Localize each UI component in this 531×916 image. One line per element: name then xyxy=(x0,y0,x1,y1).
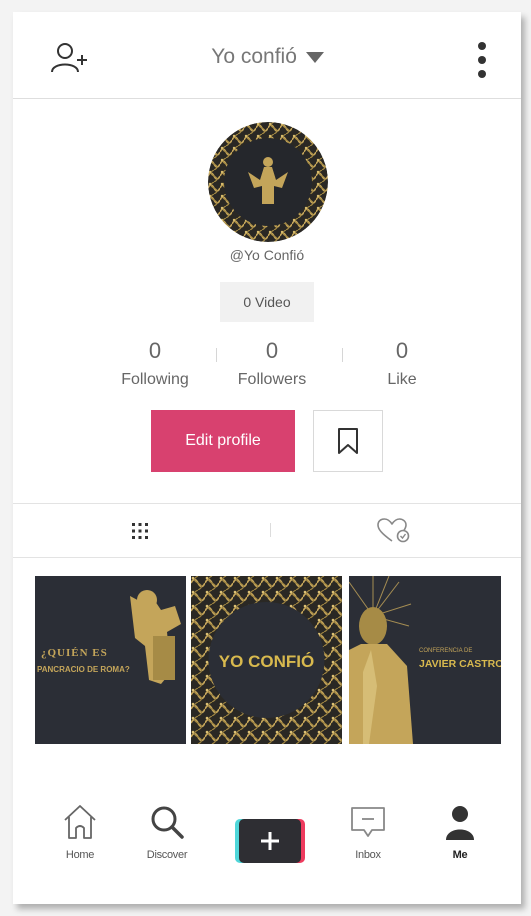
likes-label: Like xyxy=(387,371,417,388)
create-video-button[interactable] xyxy=(235,819,305,863)
tab-liked[interactable] xyxy=(267,504,521,557)
video-thumbnail[interactable]: CONFERENCIA DE JAVIER CASTRO xyxy=(349,576,501,744)
person-icon xyxy=(446,806,474,840)
home-icon xyxy=(64,805,96,839)
plus-icon xyxy=(235,819,305,863)
nav-me-label: Me xyxy=(452,849,468,861)
tab-videos[interactable] xyxy=(13,504,267,557)
thumbnail-title: PANCRACIO DE ROMA? xyxy=(37,665,130,674)
edit-profile-button[interactable]: Edit profile xyxy=(151,410,295,472)
add-user-icon xyxy=(51,43,87,73)
likes-count: 0 xyxy=(395,338,409,363)
thumbnail-subtitle: CONFERENCIA DE xyxy=(419,648,472,654)
video-thumbnail[interactable]: YO CONFIÓ xyxy=(191,576,342,744)
stat-likes[interactable]: 0 Like xyxy=(342,337,462,389)
profile-handle: @Yo Confió xyxy=(229,247,305,263)
account-switcher[interactable]: Yo confió xyxy=(163,45,373,69)
nav-discover-label: Discover xyxy=(146,849,188,861)
nav-home[interactable]: Home xyxy=(45,802,115,861)
liked-heart-icon xyxy=(377,517,410,542)
top-bar: Yo confió xyxy=(13,12,521,99)
nav-discover[interactable]: Discover xyxy=(132,802,202,861)
more-options-button[interactable] xyxy=(471,40,493,84)
video-count-badge[interactable]: 0 Video xyxy=(220,282,314,322)
video-thumbnail[interactable]: ¿QUIÉN ES PANCRACIO DE ROMA? xyxy=(35,576,186,744)
search-icon xyxy=(151,806,184,839)
profile-stats: 0 Following 0 Followers 0 Like xyxy=(13,337,521,407)
content-tabs xyxy=(13,503,521,558)
page-title: Yo confió xyxy=(211,45,297,68)
followers-label: Followers xyxy=(237,371,307,388)
add-user-button[interactable] xyxy=(49,40,89,80)
grid-icon xyxy=(132,522,148,539)
stat-following[interactable]: 0 Following xyxy=(95,337,215,389)
thumbnail-title: ¿QUIÉN ES xyxy=(41,647,108,659)
thumbnail-title: JAVIER CASTRO xyxy=(419,658,501,670)
vertical-dots-icon xyxy=(478,42,486,78)
message-icon xyxy=(351,807,385,837)
following-count: 0 xyxy=(148,338,162,363)
bookmarks-button[interactable] xyxy=(313,410,383,472)
nav-home-label: Home xyxy=(65,849,95,861)
nav-inbox[interactable]: Inbox xyxy=(333,802,403,861)
followers-count: 0 xyxy=(265,338,279,363)
avatar[interactable] xyxy=(208,122,328,242)
thumbnail-title: YO CONFIÓ xyxy=(219,652,314,671)
bottom-nav: Home Discover Inbox Me xyxy=(13,802,521,892)
following-label: Following xyxy=(121,371,189,388)
caret-down-icon xyxy=(305,52,324,64)
phone-screen: Yo confió @Yo Confió 0 Video 0 Following… xyxy=(13,12,521,904)
stat-followers[interactable]: 0 Followers xyxy=(212,337,332,389)
nav-inbox-label: Inbox xyxy=(355,849,381,861)
nav-me[interactable]: Me xyxy=(425,802,495,861)
bookmark-icon xyxy=(338,428,358,454)
